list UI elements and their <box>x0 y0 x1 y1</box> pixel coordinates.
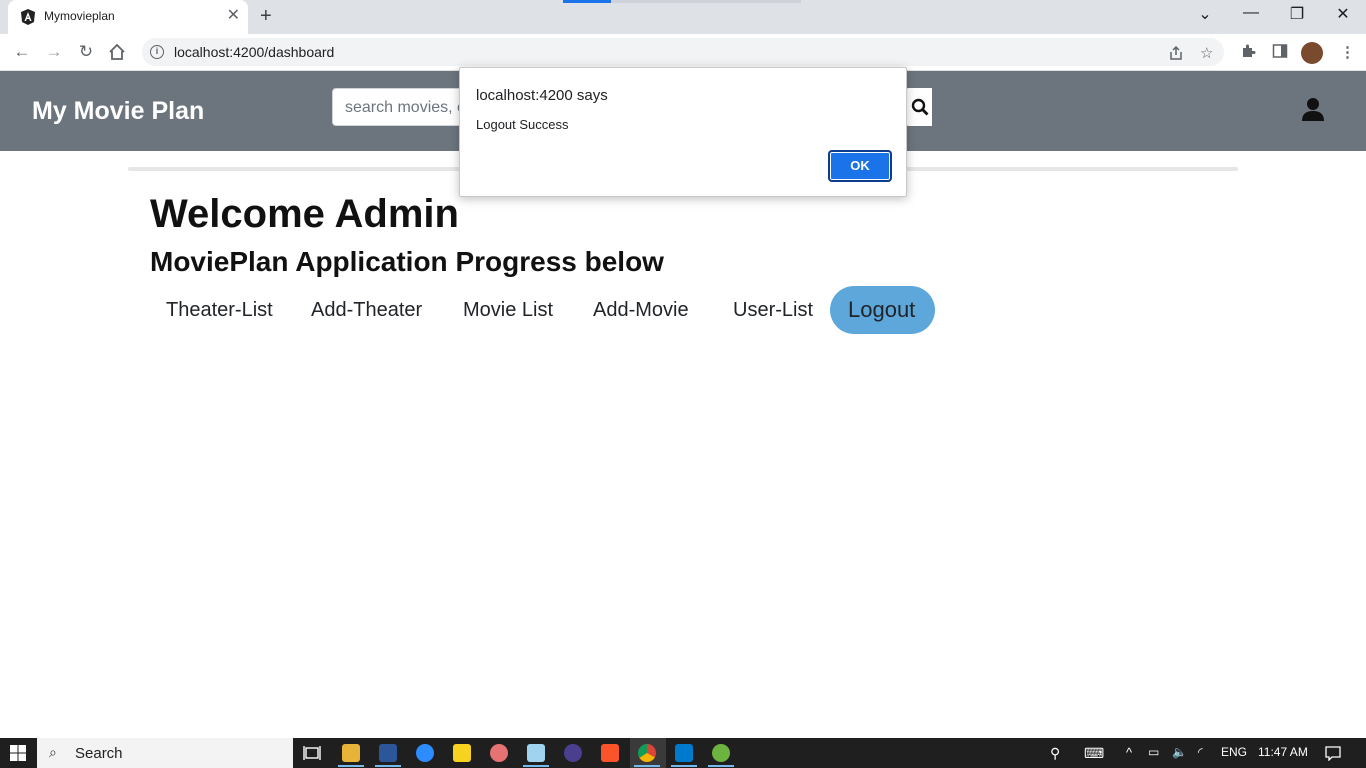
brave-icon[interactable] <box>601 744 619 762</box>
tab-group-indicator <box>563 0 611 3</box>
progress-subtitle: MoviePlan Application Progress below <box>150 246 664 277</box>
nav-add-theater[interactable]: Add-Theater <box>291 286 442 334</box>
keyboard-icon[interactable]: ⌨ <box>1084 745 1104 762</box>
browser-toolbar: ← → ↻ i localhost:4200/dashboard ☆ ⋮ <box>0 34 1366 71</box>
file-explorer-icon[interactable] <box>342 744 360 762</box>
word-icon[interactable] <box>379 744 397 762</box>
bookmark-star-icon[interactable]: ☆ <box>1200 44 1213 62</box>
profile-avatar[interactable] <box>1301 42 1323 64</box>
browser-tab[interactable]: Mymovieplan ✕ <box>8 0 248 34</box>
sticky-notes-icon[interactable] <box>453 744 471 762</box>
task-view-icon[interactable] <box>303 744 321 762</box>
taskbar-search-icon: ⌕ <box>49 744 57 760</box>
taskbar-search[interactable]: ⌕ Search <box>37 738 293 768</box>
nav-logout[interactable]: Logout <box>830 286 935 334</box>
battery-icon[interactable]: ▭ <box>1148 745 1159 759</box>
address-bar[interactable]: i localhost:4200/dashboard ☆ <box>142 38 1224 66</box>
welcome-heading: Welcome Admin <box>150 192 459 236</box>
chrome-icon[interactable] <box>638 744 656 762</box>
back-icon[interactable]: ← <box>12 42 32 62</box>
home-icon[interactable] <box>108 43 126 61</box>
language-indicator[interactable]: ENG <box>1221 745 1247 759</box>
windows-taskbar: ⌕ Search ⚲ ⌨ ^ ▭ 🔈 ◜ ENG 11:47 AM <box>0 738 1366 768</box>
windows-start-icon[interactable] <box>10 745 26 761</box>
nav-add-movie[interactable]: Add-Movie <box>573 286 709 334</box>
site-info-icon[interactable]: i <box>150 45 164 59</box>
share-icon[interactable] <box>1168 45 1184 61</box>
paint-icon[interactable] <box>490 744 508 762</box>
notifications-icon[interactable] <box>1325 745 1341 761</box>
brand-title[interactable]: My Movie Plan <box>32 97 204 126</box>
alert-dialog: localhost:4200 says Logout Success OK <box>459 67 907 197</box>
new-tab-button[interactable]: + <box>260 6 272 26</box>
url-text: localhost:4200/dashboard <box>174 44 335 60</box>
spring-running-indicator <box>708 765 734 767</box>
notepad-running-indicator <box>523 765 549 767</box>
dialog-message: Logout Success <box>476 117 569 132</box>
clock[interactable]: 11:47 AM <box>1258 745 1308 759</box>
restore-icon[interactable]: ❐ <box>1274 4 1320 24</box>
vscode-running-indicator <box>671 765 697 767</box>
close-window-icon[interactable]: ✕ <box>1320 4 1366 24</box>
search-placeholder: search movies, e <box>345 99 466 116</box>
reload-icon[interactable]: ↻ <box>76 42 96 62</box>
chrome-running-indicator <box>634 765 660 767</box>
side-panel-icon[interactable] <box>1272 43 1288 59</box>
vscode-icon[interactable] <box>675 744 693 762</box>
user-icon[interactable] <box>1302 97 1324 121</box>
browser-tabstrip: Mymovieplan ✕ + ⌄ — ❐ ✕ <box>0 0 1366 34</box>
wifi-icon[interactable]: ◜ <box>1198 745 1203 759</box>
volume-icon[interactable]: 🔈 <box>1172 745 1187 759</box>
nav-theater-list[interactable]: Theater-List <box>146 286 293 334</box>
eclipse-icon[interactable] <box>564 744 582 762</box>
nav-movie-list[interactable]: Movie List <box>443 286 573 334</box>
spring-tools-icon[interactable] <box>712 744 730 762</box>
file-explorer-running-indicator <box>338 765 364 767</box>
word-running-indicator <box>375 765 401 767</box>
tab-search-icon[interactable]: ⌄ <box>1182 4 1228 24</box>
notepad-icon[interactable] <box>527 744 545 762</box>
angular-icon <box>21 9 35 25</box>
extensions-icon[interactable] <box>1240 43 1256 59</box>
zoom-icon[interactable] <box>416 744 434 762</box>
tab-close-icon[interactable]: ✕ <box>227 8 240 24</box>
taskbar-search-label: Search <box>75 745 123 762</box>
dialog-title: localhost:4200 says <box>476 87 608 104</box>
tray-chevron-icon[interactable]: ^ <box>1126 745 1132 760</box>
nav-user-list[interactable]: User-List <box>713 286 833 334</box>
tab-group-indicator-inactive <box>611 0 801 3</box>
forward-icon[interactable]: → <box>44 42 64 62</box>
people-icon[interactable]: ⚲ <box>1050 745 1060 762</box>
minimize-icon[interactable]: — <box>1228 4 1274 22</box>
search-icon[interactable] <box>908 88 932 126</box>
tab-title: Mymovieplan <box>44 9 115 23</box>
browser-menu-icon[interactable]: ⋮ <box>1340 43 1355 61</box>
dialog-ok-button[interactable]: OK <box>828 150 892 182</box>
